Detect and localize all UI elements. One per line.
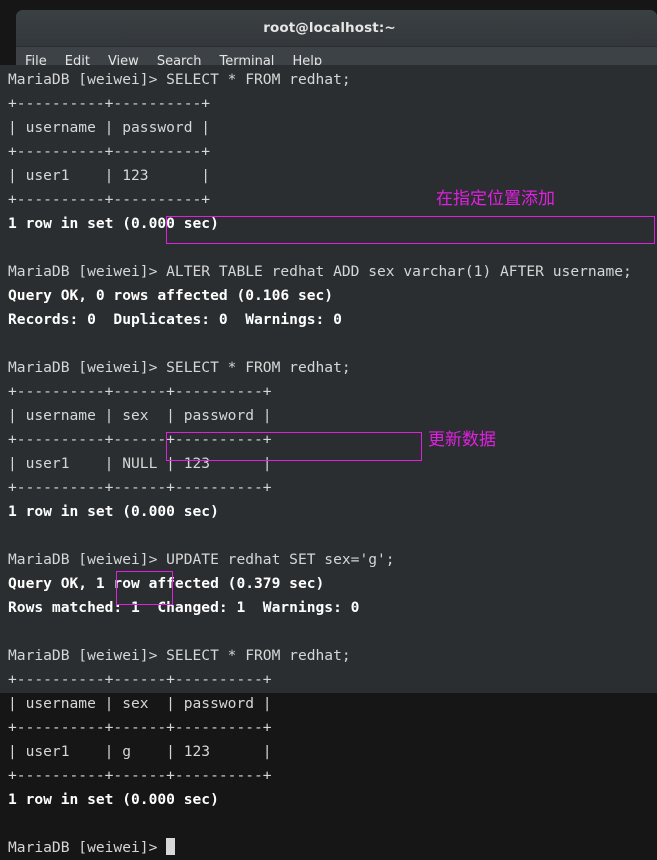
annotation-label-add-at-position: 在指定位置添加 <box>436 189 555 209</box>
terminal-cursor <box>166 838 176 855</box>
terminal-line: +----------+----------+ <box>8 143 211 160</box>
terminal-line: | username | sex | password | <box>8 407 272 424</box>
terminal-output: MariaDB [weiwei]> SELECT * FROM redhat; +… <box>8 68 632 860</box>
terminal-line: | user1 | 123 | <box>8 167 211 184</box>
terminal-line: 1 row in set (0.000 sec) <box>8 503 219 520</box>
terminal-line: MariaDB [weiwei]> UPDATE redhat SET sex=… <box>8 551 395 568</box>
terminal-line: MariaDB [weiwei]> SELECT * FROM redhat; <box>8 71 351 88</box>
terminal-line: MariaDB [weiwei]> <box>8 836 632 860</box>
terminal-line: 1 row in set (0.000 sec) <box>8 791 219 808</box>
terminal-line: Records: 0 Duplicates: 0 Warnings: 0 <box>8 311 342 328</box>
terminal-line: | user1 | NULL | 123 | <box>8 455 272 472</box>
terminal-line: +----------+------+----------+ <box>8 383 272 400</box>
terminal-line: MariaDB [weiwei]> SELECT * FROM redhat; <box>8 359 351 376</box>
terminal-line: +----------+------+----------+ <box>8 431 272 448</box>
terminal-line: +----------+------+----------+ <box>8 479 272 496</box>
terminal-line: +----------+----------+ <box>8 95 211 112</box>
terminal-line: | username | password | <box>8 119 211 136</box>
annotation-label-update-data: 更新数据 <box>428 430 496 450</box>
terminal-line: | user1 | g | 123 | <box>8 743 272 760</box>
terminal-line: MariaDB [weiwei]> ALTER TABLE redhat ADD… <box>8 263 632 280</box>
terminal-line: Rows matched: 1 Changed: 1 Warnings: 0 <box>8 599 360 616</box>
terminal-line: +----------+------+----------+ <box>8 671 272 688</box>
terminal-screen[interactable]: MariaDB [weiwei]> SELECT * FROM redhat; +… <box>0 65 657 856</box>
terminal-line: | username | sex | password | <box>8 695 272 712</box>
screenshot-root: root@localhost:~ File Edit View Search T… <box>0 0 657 856</box>
terminal-line: +----------+------+----------+ <box>8 719 272 736</box>
terminal-line: Query OK, 1 row affected (0.379 sec) <box>8 575 325 592</box>
terminal-line: 1 row in set (0.000 sec) <box>8 215 219 232</box>
terminal-line: Query OK, 0 rows affected (0.106 sec) <box>8 287 334 304</box>
terminal-line: +----------+------+----------+ <box>8 767 272 784</box>
terminal-line: MariaDB [weiwei]> SELECT * FROM redhat; <box>8 647 351 664</box>
terminal-area: MariaDB [weiwei]> SELECT * FROM redhat; +… <box>0 0 657 856</box>
